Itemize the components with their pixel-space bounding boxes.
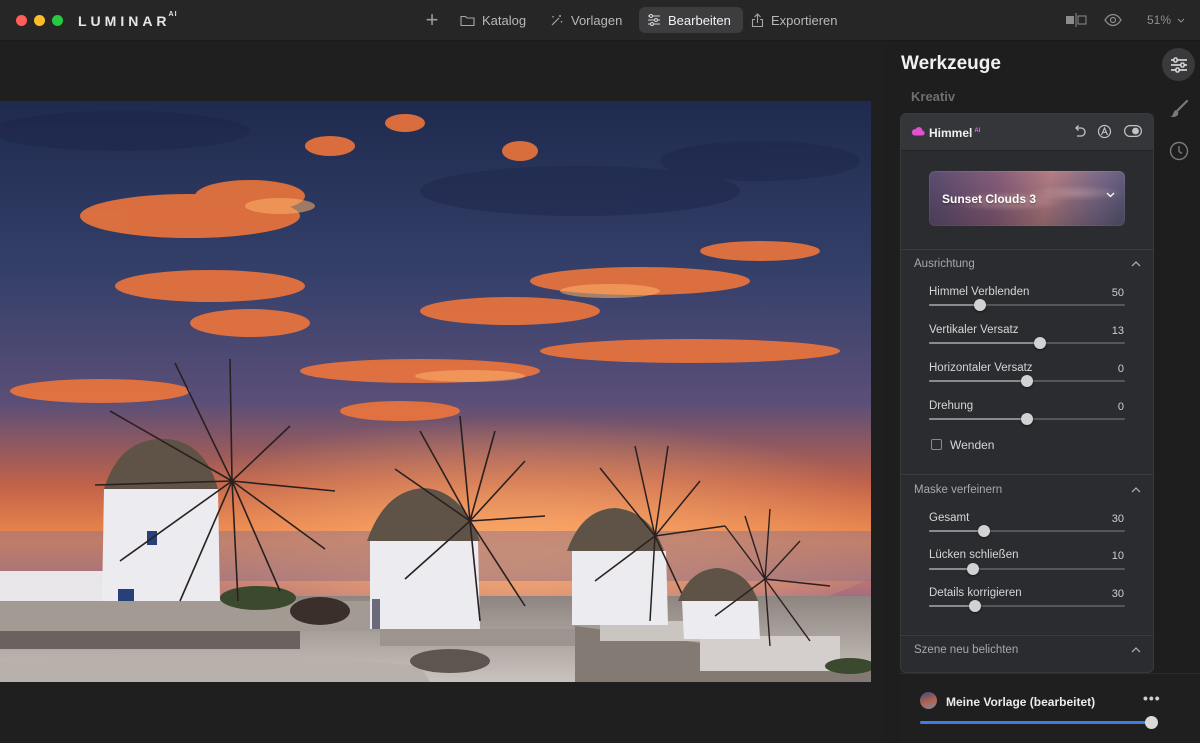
sky-tool-title: Himmel AI bbox=[929, 126, 980, 140]
preset-amount-slider[interactable] bbox=[920, 716, 1158, 729]
slider-value: 10 bbox=[1111, 550, 1124, 562]
undo-icon[interactable] bbox=[1072, 124, 1087, 139]
toggle-icon[interactable] bbox=[1124, 125, 1142, 137]
photo-canvas[interactable] bbox=[0, 101, 871, 682]
panel-title: Werkzeuge bbox=[901, 53, 1001, 74]
details-korrigieren-slider[interactable] bbox=[929, 600, 1125, 612]
minimize-window-button[interactable] bbox=[34, 15, 45, 26]
divider bbox=[901, 635, 1153, 636]
zoom-level: 51% bbox=[1147, 13, 1172, 27]
slider-fill bbox=[929, 418, 1027, 420]
sliders-icon bbox=[1170, 56, 1187, 73]
sky-tool-title-text: Himmel bbox=[929, 126, 973, 140]
clock-icon bbox=[1169, 141, 1188, 160]
chevron-down-icon bbox=[1106, 192, 1115, 198]
slider-label: Horizontaler Versatz bbox=[929, 362, 1033, 374]
preset-name[interactable]: Meine Vorlage (bearbeitet) bbox=[946, 695, 1095, 709]
slider-handle[interactable] bbox=[967, 563, 980, 575]
chevron-up-icon[interactable] bbox=[1131, 486, 1141, 493]
tab-vorlagen-label: Vorlagen bbox=[571, 12, 623, 28]
group-title-ausrichtung[interactable]: Ausrichtung bbox=[914, 258, 975, 270]
slider-fill bbox=[920, 721, 1151, 724]
slider-handle[interactable] bbox=[1145, 716, 1158, 729]
slider-fill bbox=[929, 530, 984, 532]
divider bbox=[901, 474, 1153, 475]
gesamt-slider[interactable] bbox=[929, 525, 1125, 537]
preset-bar: Meine Vorlage (bearbeitet) ••• bbox=[900, 673, 1200, 743]
slider-label: Details korrigieren bbox=[929, 587, 1022, 599]
slider-handle[interactable] bbox=[973, 299, 986, 311]
share-icon bbox=[751, 12, 764, 27]
chevron-down-icon bbox=[1177, 18, 1185, 23]
history-tab-button[interactable] bbox=[1162, 134, 1195, 167]
drehung-slider[interactable] bbox=[929, 413, 1125, 425]
sky-selection-dropdown[interactable]: Sunset Clouds 3 bbox=[929, 171, 1125, 226]
divider bbox=[901, 249, 1153, 250]
chevron-up-icon[interactable] bbox=[1131, 646, 1141, 653]
luecken-schliessen-slider[interactable] bbox=[929, 563, 1125, 575]
slider-handle[interactable] bbox=[1021, 375, 1033, 387]
zoom-window-button[interactable] bbox=[52, 15, 63, 26]
slider-handle[interactable] bbox=[977, 525, 990, 537]
slider-value: 30 bbox=[1111, 513, 1124, 525]
sky-selection-value: Sunset Clouds 3 bbox=[942, 192, 1037, 206]
slider-label: Lücken schließen bbox=[929, 549, 1019, 561]
slider-handle[interactable] bbox=[969, 600, 982, 612]
group-title-szene-neu-belichten[interactable]: Szene neu belichten bbox=[914, 644, 1018, 656]
zoom-dropdown[interactable]: 51% bbox=[1147, 13, 1185, 27]
ai-badge: AI bbox=[974, 128, 981, 134]
tools-tab-button[interactable] bbox=[1162, 48, 1195, 81]
app-logo-text: LUMINAR bbox=[78, 13, 171, 29]
slider-label: Gesamt bbox=[929, 512, 970, 524]
tab-exportieren[interactable]: Exportieren bbox=[743, 7, 845, 33]
slider-value: 13 bbox=[1111, 325, 1124, 337]
slider-fill bbox=[929, 380, 1027, 382]
slider-handle[interactable] bbox=[1033, 337, 1046, 349]
slider-value: 0 bbox=[1117, 363, 1124, 375]
tab-vorlagen[interactable]: Vorlagen bbox=[541, 7, 630, 33]
brush-icon bbox=[1170, 99, 1188, 117]
himmel-verblenden-slider[interactable] bbox=[929, 299, 1125, 311]
sliders-icon bbox=[648, 14, 660, 26]
tab-bearbeiten-label: Bearbeiten bbox=[668, 12, 731, 28]
app-logo: LUMINARAI bbox=[78, 11, 178, 29]
tab-bearbeiten[interactable]: Bearbeiten bbox=[639, 7, 743, 33]
slider-label: Vertikaler Versatz bbox=[929, 324, 1019, 336]
chevron-up-icon[interactable] bbox=[1131, 260, 1141, 267]
mask-icon[interactable] bbox=[1097, 124, 1112, 139]
more-options-button[interactable]: ••• bbox=[1143, 690, 1161, 706]
brush-tab-button[interactable] bbox=[1162, 92, 1195, 125]
title-bar: LUMINARAI + Katalog Vorlagen Bearbeiten … bbox=[0, 0, 1200, 41]
tab-exportieren-label: Exportieren bbox=[771, 12, 838, 28]
group-title-maske-verfeinern[interactable]: Maske verfeinern bbox=[914, 484, 1002, 496]
canvas-area bbox=[0, 42, 885, 743]
close-window-button[interactable] bbox=[16, 15, 27, 26]
slider-label: Drehung bbox=[929, 400, 974, 412]
slider-label: Himmel Verblenden bbox=[929, 286, 1030, 298]
tab-katalog[interactable]: Katalog bbox=[452, 7, 534, 33]
eye-icon[interactable] bbox=[1104, 12, 1122, 28]
cloud-icon bbox=[911, 127, 925, 136]
photo-image bbox=[0, 101, 871, 682]
folder-icon bbox=[460, 15, 475, 26]
horizontaler-versatz-slider[interactable] bbox=[929, 375, 1125, 387]
vertikaler-versatz-slider[interactable] bbox=[929, 337, 1125, 349]
preset-thumbnail bbox=[920, 692, 937, 709]
slider-value: 0 bbox=[1117, 401, 1124, 413]
slider-fill bbox=[929, 304, 980, 306]
wenden-checkbox[interactable] bbox=[931, 439, 942, 450]
compare-icon[interactable] bbox=[1065, 12, 1087, 28]
add-photos-button[interactable]: + bbox=[422, 9, 442, 31]
sky-tool-card: Himmel AI Sunset Clouds 3 Ausrichtung Him… bbox=[900, 113, 1154, 673]
magic-wand-icon bbox=[551, 14, 563, 25]
section-label-kreativ: Kreativ bbox=[911, 89, 956, 104]
app-logo-sup: AI bbox=[168, 11, 178, 19]
slider-value: 50 bbox=[1111, 287, 1124, 299]
slider-fill bbox=[929, 342, 1040, 344]
wenden-label[interactable]: Wenden bbox=[950, 438, 994, 452]
slider-value: 30 bbox=[1111, 588, 1124, 600]
tab-katalog-label: Katalog bbox=[482, 12, 527, 28]
slider-handle[interactable] bbox=[1021, 413, 1033, 425]
sky-tool-header[interactable]: Himmel AI bbox=[901, 114, 1153, 151]
